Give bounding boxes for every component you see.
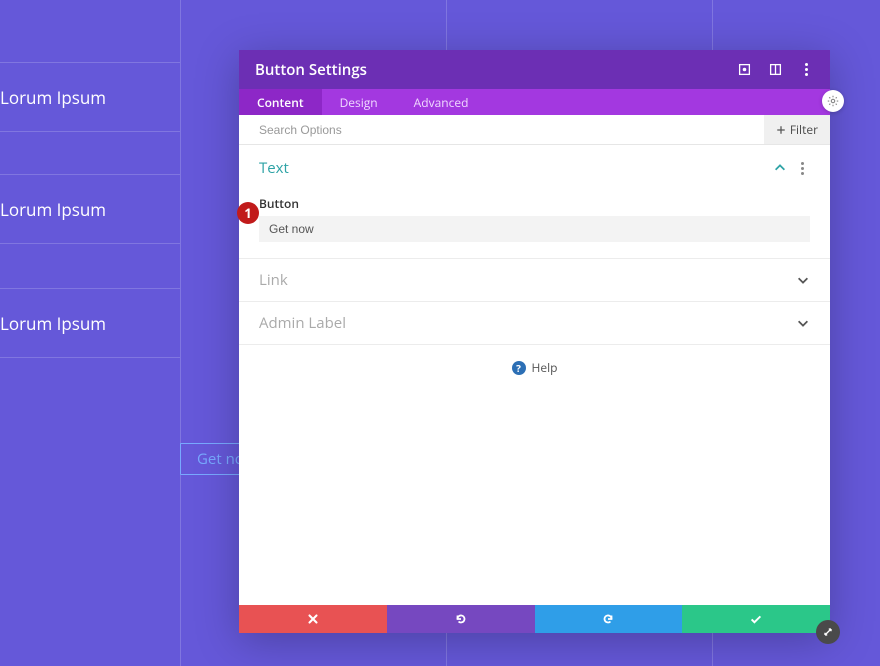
modal-title: Button Settings [255, 60, 367, 80]
background-row: Lorum Ipsum [0, 174, 180, 244]
search-input[interactable] [259, 123, 764, 137]
section-admin-head[interactable]: Admin Label [259, 302, 810, 344]
expand-icon[interactable] [737, 62, 752, 77]
panel-toggle-icon[interactable] [768, 62, 783, 77]
filter-button[interactable]: Filter [764, 115, 830, 144]
tab-design[interactable]: Design [322, 89, 396, 115]
help-label: Help [532, 359, 558, 376]
section-link-head[interactable]: Link [259, 259, 810, 301]
undo-button[interactable] [387, 605, 535, 633]
modal-header: Button Settings [239, 50, 830, 89]
more-icon[interactable] [799, 62, 814, 77]
help-link[interactable]: ? Help [239, 345, 830, 390]
floating-settings-icon[interactable] [822, 90, 844, 112]
modal-header-controls [737, 62, 814, 77]
section-title-link: Link [259, 270, 288, 290]
modal-footer [239, 605, 830, 633]
section-title-text: Text [259, 158, 289, 178]
section-text: Text Button [239, 145, 830, 259]
chevron-up-icon[interactable] [773, 161, 787, 175]
grid-line [180, 0, 181, 666]
tab-advanced[interactable]: Advanced [396, 89, 487, 115]
button-field-label: Button [259, 189, 810, 216]
close-button[interactable] [239, 605, 387, 633]
button-settings-modal: Button Settings Content Design Advanced … [239, 50, 830, 633]
redo-button[interactable] [535, 605, 683, 633]
background-row: Lorum Ipsum [0, 288, 180, 358]
section-more-icon[interactable] [795, 161, 810, 176]
background-row: Lorum Ipsum [0, 62, 180, 132]
section-title-admin: Admin Label [259, 313, 346, 333]
annotation-marker-1: 1 [237, 202, 259, 224]
search-row: Filter [239, 115, 830, 145]
save-button[interactable] [682, 605, 830, 633]
modal-body: Text Button Link [239, 145, 830, 605]
button-text-input[interactable] [259, 216, 810, 242]
section-link: Link [239, 259, 830, 302]
section-text-head[interactable]: Text [259, 147, 810, 189]
filter-label: Filter [790, 121, 818, 138]
help-icon: ? [512, 361, 526, 375]
section-admin-label: Admin Label [239, 302, 830, 345]
chevron-down-icon[interactable] [796, 273, 810, 287]
tab-content[interactable]: Content [239, 89, 322, 115]
modal-tabs: Content Design Advanced [239, 89, 830, 115]
chevron-down-icon[interactable] [796, 316, 810, 330]
floating-resize-icon[interactable] [816, 620, 840, 644]
